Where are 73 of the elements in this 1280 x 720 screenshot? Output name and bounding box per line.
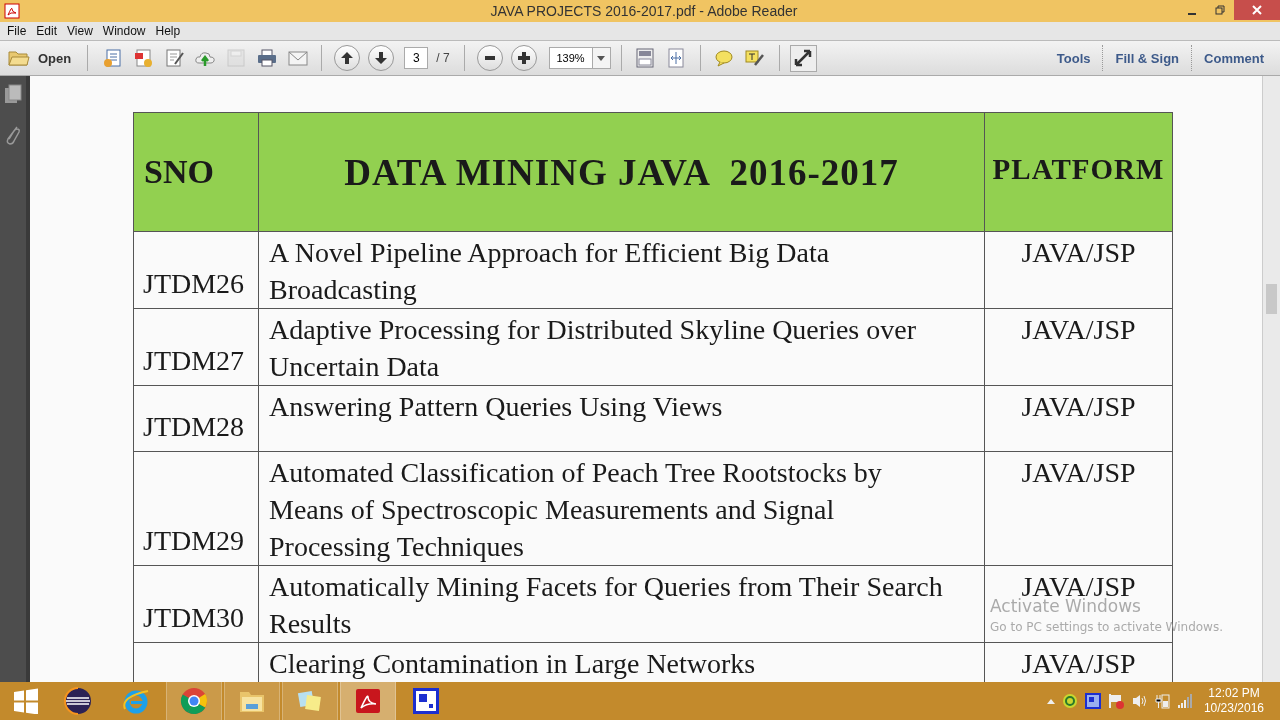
speech-bubble-icon — [714, 48, 735, 68]
column-header: DATA MINING JAVA 2016-2017 — [258, 112, 985, 232]
zoom-field[interactable]: 139% — [548, 47, 593, 69]
table-cell: JAVA/JSP — [984, 308, 1173, 386]
minimize-icon — [1188, 13, 1196, 15]
restore-icon — [1215, 5, 1225, 15]
scrollbar-thumb[interactable] — [1266, 284, 1277, 314]
table-cell: JAVA/JSP — [984, 231, 1173, 309]
paperclip-icon[interactable] — [4, 124, 22, 146]
full-screen-button[interactable] — [789, 44, 817, 72]
panel-link[interactable]: Comment — [1196, 46, 1272, 70]
menu-item[interactable]: File — [2, 24, 32, 38]
edit-document-icon — [163, 48, 184, 68]
expand-arrows-icon — [793, 48, 814, 68]
menu-item[interactable]: View — [62, 24, 98, 38]
zoom-in-button[interactable] — [510, 45, 537, 71]
table-cell: JTDM28 — [133, 385, 259, 452]
pdf-icon — [354, 687, 382, 715]
zoom-out-button[interactable] — [476, 45, 503, 71]
open-button[interactable]: Open — [8, 47, 78, 69]
table-cell: JAVA/JSP — [984, 451, 1173, 566]
save-icon — [225, 48, 246, 68]
table-cell: Answering Pattern Queries Using Views — [258, 385, 985, 452]
next-page-button[interactable] — [368, 45, 395, 71]
menu-item[interactable]: Edit — [31, 24, 63, 38]
close-button[interactable] — [1234, 0, 1280, 20]
windows-logo-icon — [13, 688, 39, 714]
printer-icon — [256, 48, 277, 68]
flag-icon[interactable] — [1107, 693, 1124, 709]
panel-link[interactable]: Fill & Sign — [1107, 46, 1188, 70]
chrome-icon — [180, 687, 208, 715]
page-total: / 7 — [435, 51, 451, 65]
table-cell: JAVA/JSP — [984, 385, 1173, 452]
panel-link[interactable]: Tools — [1048, 46, 1099, 70]
document-icon — [101, 48, 122, 68]
sync-icon[interactable] — [1061, 693, 1078, 709]
pdf-app-icon — [4, 3, 20, 19]
fit-page-icon — [635, 48, 656, 68]
menu-item[interactable]: Help — [150, 24, 186, 38]
eclipse-icon — [64, 687, 92, 715]
table-cell: JTDM29 — [133, 451, 259, 566]
activation-title: Activate Windows — [990, 596, 1142, 616]
signal-bars-icon[interactable] — [1176, 693, 1193, 709]
text-pencil-icon — [745, 48, 766, 68]
window-icon — [412, 687, 440, 715]
menu-item[interactable]: Window — [97, 24, 151, 38]
fit-width-icon — [666, 48, 687, 68]
up-caret-icon[interactable] — [1046, 698, 1055, 704]
previous-page-icon — [340, 51, 355, 65]
table-cell: JTDM30 — [133, 565, 259, 643]
page-number-field[interactable]: 3 — [404, 47, 429, 69]
zoom-in-icon — [516, 51, 531, 65]
pages-icon[interactable] — [4, 84, 22, 104]
pdf-document-icon — [132, 48, 153, 68]
speaker-icon[interactable] — [1130, 693, 1147, 709]
table-cell: A Novel Pipeline Approach for Efficient Big Data Broadcasting — [258, 231, 985, 309]
column-header: SNO — [133, 112, 259, 232]
table-cell: Adaptive Processing for Distributed Skyline Queries over Uncertain Data — [258, 308, 985, 386]
window-icon[interactable] — [1084, 693, 1101, 709]
table-cell: Automated Classification of Peach Tree Rootstocks by Means of Spectroscopic Measurements and Signal Processing Techniques — [258, 451, 985, 566]
caret-icon — [597, 55, 606, 61]
envelope-icon — [287, 48, 308, 68]
table-cell: Automatically Mining Facets for Queries from Their Search Results — [258, 565, 985, 643]
column-header: PLATFORM — [984, 112, 1173, 232]
close-icon — [1252, 5, 1262, 15]
previous-page-button[interactable] — [334, 45, 361, 71]
internet-explorer-icon — [122, 687, 150, 715]
battery-plug-icon[interactable] — [1153, 693, 1170, 709]
window-title: JAVA PROJECTS 2016-2017.pdf - Adobe Reader — [489, 3, 799, 19]
next-page-icon — [374, 51, 389, 65]
table-cell: JTDM26 — [133, 231, 259, 309]
folder-icon — [8, 49, 30, 67]
table-cell: JTDM27 — [133, 308, 259, 386]
